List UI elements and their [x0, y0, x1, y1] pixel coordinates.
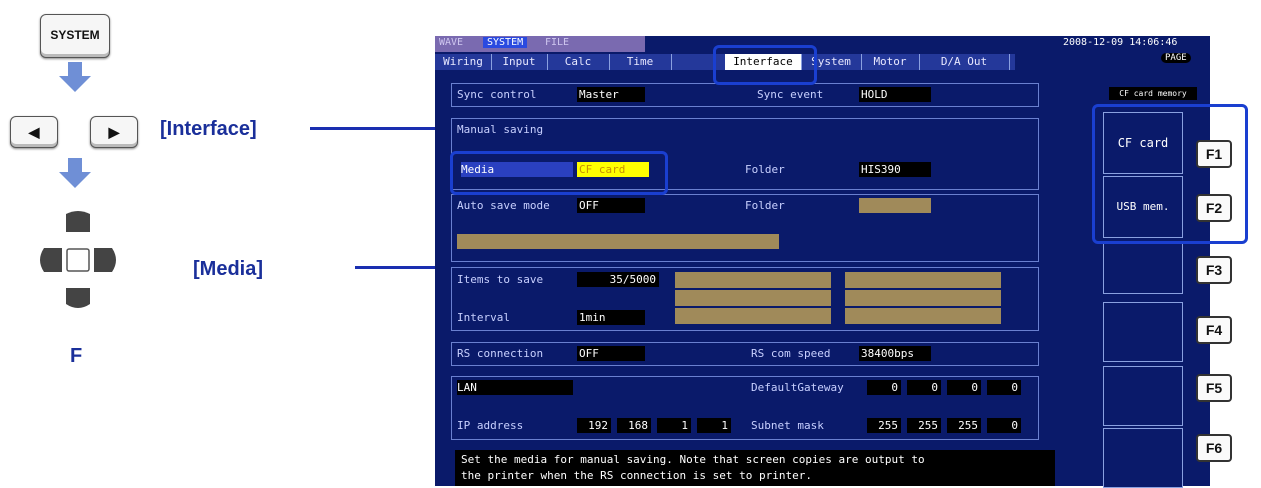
- dpad-down-icon: [66, 288, 90, 308]
- item-grid-disabled: [845, 308, 1001, 324]
- rs-speed-label: RS com speed: [751, 347, 831, 360]
- dpad-left-icon: [40, 248, 62, 272]
- media-guide-label: [Media]: [193, 258, 263, 280]
- f5-key[interactable]: F5: [1196, 374, 1232, 402]
- f5-button[interactable]: [1103, 366, 1183, 426]
- rs-connection-value[interactable]: OFF: [577, 346, 645, 361]
- item-grid-disabled: [675, 272, 831, 288]
- sync-control-value[interactable]: Master: [577, 87, 645, 102]
- f6-key[interactable]: F6: [1196, 434, 1232, 462]
- items-to-save-value[interactable]: 35/5000: [577, 272, 659, 287]
- folder2-value: [859, 198, 931, 213]
- f3-button[interactable]: [1103, 242, 1183, 294]
- left-arrow-key[interactable]: ◀: [10, 116, 58, 148]
- dpad-up-icon: [66, 211, 90, 232]
- arrow-down-icon: [68, 62, 82, 76]
- f6-button[interactable]: [1103, 428, 1183, 488]
- subnet-mask-label: Subnet mask: [751, 419, 824, 432]
- interface-guide-label: [Interface]: [160, 118, 257, 140]
- ip-octet-3[interactable]: 1: [657, 418, 691, 433]
- arrow-down-icon: [68, 158, 82, 172]
- media-row-highlight: [450, 151, 668, 195]
- lan-label: LAN: [457, 380, 573, 395]
- folder1-value[interactable]: HIS390: [859, 162, 931, 177]
- mode-tab-wave[interactable]: WAVE: [439, 37, 463, 48]
- f-guide-label: F: [70, 345, 83, 367]
- f1-key[interactable]: F1: [1196, 140, 1232, 168]
- system-key[interactable]: SYSTEM: [40, 14, 110, 58]
- items-to-save-label: Items to save: [457, 273, 544, 286]
- ip-octet-4[interactable]: 1: [697, 418, 731, 433]
- tab-motor[interactable]: Motor: [861, 54, 920, 70]
- ip-address-label: IP address: [457, 419, 524, 432]
- f4-key[interactable]: F4: [1196, 316, 1232, 344]
- mode-tabs: [435, 36, 645, 52]
- sync-event-value[interactable]: HOLD: [859, 87, 931, 102]
- mode-tab-system[interactable]: SYSTEM: [483, 37, 528, 48]
- tab-input[interactable]: Input: [491, 54, 548, 70]
- auto-save-label: Auto save mode: [457, 199, 550, 212]
- mode-tab-file[interactable]: FILE: [545, 37, 569, 48]
- page-badge[interactable]: PAGE: [1161, 53, 1191, 63]
- dpad-right-icon: [94, 248, 116, 272]
- right-arrow-key[interactable]: ▶: [90, 116, 138, 148]
- gateway-octet-3[interactable]: 0: [947, 380, 981, 395]
- help-text-line-2: the printer when the RS connection is se…: [461, 469, 812, 482]
- sync-control-label: Sync control: [457, 88, 537, 101]
- arrow-down-icon: [59, 76, 91, 92]
- subnet-octet-1[interactable]: 255: [867, 418, 901, 433]
- gateway-octet-1[interactable]: 0: [867, 380, 901, 395]
- ip-octet-2[interactable]: 168: [617, 418, 651, 433]
- f2-key[interactable]: F2: [1196, 194, 1232, 222]
- auto-save-settings-disabled: [457, 234, 779, 249]
- tab-calc[interactable]: Calc: [547, 54, 610, 70]
- f3-key[interactable]: F3: [1196, 256, 1232, 284]
- instrument-screen: WAVE SYSTEM FILE 2008-12-09 14:06:46 PAG…: [435, 36, 1210, 486]
- f4-button[interactable]: [1103, 302, 1183, 362]
- help-text-line-1: Set the media for manual saving. Note th…: [461, 453, 925, 466]
- dpad[interactable]: [38, 210, 118, 310]
- ip-octet-1[interactable]: 192: [577, 418, 611, 433]
- dpad-center-icon: [66, 248, 90, 272]
- datetime: 2008-12-09 14:06:46: [1063, 37, 1178, 48]
- item-grid-disabled: [675, 308, 831, 324]
- sync-event-label: Sync event: [757, 88, 824, 101]
- rs-speed-value[interactable]: 38400bps: [859, 346, 931, 361]
- f-buttons-highlight: [1092, 104, 1248, 244]
- sync-group: [451, 83, 1039, 107]
- gateway-octet-2[interactable]: 0: [907, 380, 941, 395]
- item-grid-disabled: [845, 272, 1001, 288]
- item-grid-disabled: [845, 290, 1001, 306]
- auto-save-value[interactable]: OFF: [577, 198, 645, 213]
- gateway-label: DefaultGateway: [751, 381, 844, 394]
- tab-da-out[interactable]: D/A Out: [919, 54, 1010, 70]
- side-header: CF card memory: [1109, 87, 1197, 100]
- folder2-label: Folder: [745, 199, 785, 212]
- folder1-label: Folder: [745, 163, 785, 176]
- arrow-down-icon: [59, 172, 91, 188]
- interval-label: Interval: [457, 311, 510, 324]
- subnet-octet-3[interactable]: 255: [947, 418, 981, 433]
- rs-connection-label: RS connection: [457, 347, 544, 360]
- item-grid-disabled: [675, 290, 831, 306]
- manual-saving-label: Manual saving: [457, 123, 544, 136]
- tab-wiring[interactable]: Wiring: [435, 54, 492, 70]
- interface-tab-highlight: [713, 45, 817, 85]
- subnet-octet-4[interactable]: 0: [987, 418, 1021, 433]
- subnet-octet-2[interactable]: 255: [907, 418, 941, 433]
- gateway-octet-4[interactable]: 0: [987, 380, 1021, 395]
- tab-time[interactable]: Time: [609, 54, 672, 70]
- interval-value[interactable]: 1min: [577, 310, 645, 325]
